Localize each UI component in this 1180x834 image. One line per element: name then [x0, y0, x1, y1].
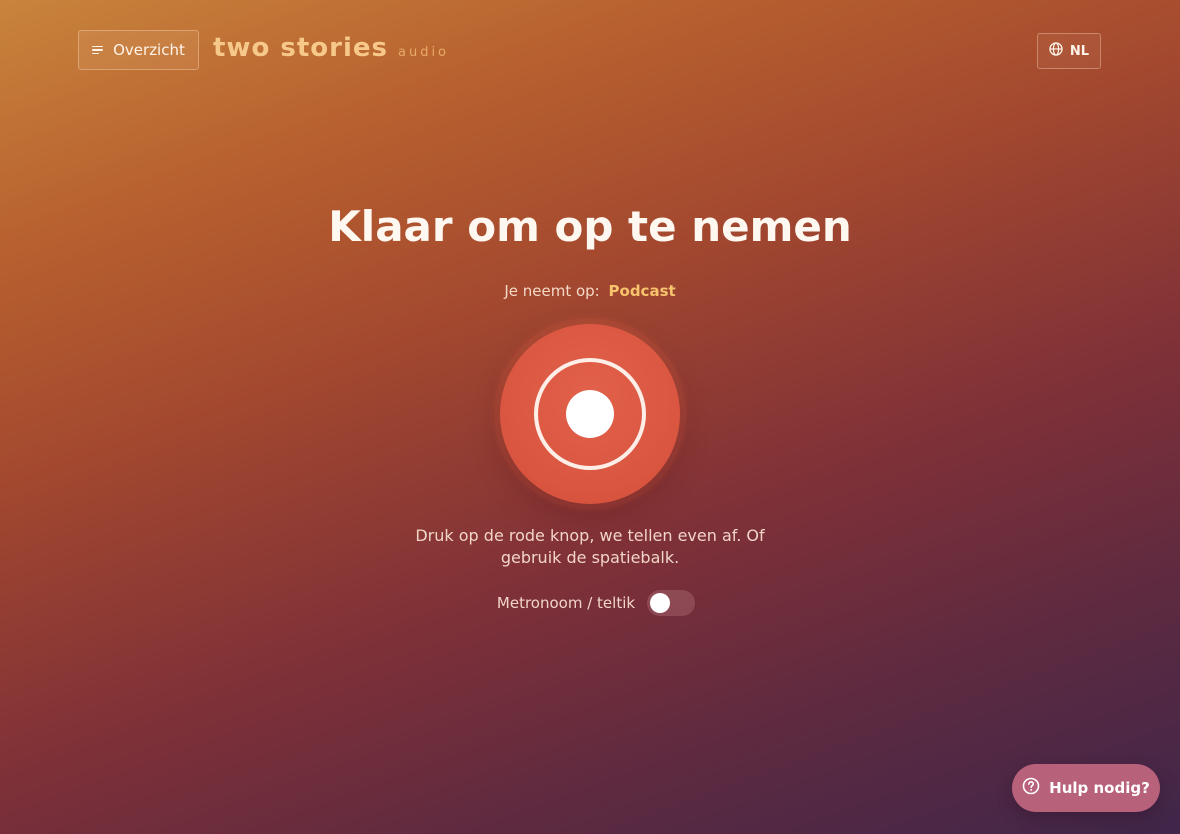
- recording-type: Podcast: [608, 282, 676, 300]
- page-title: Klaar om op te nemen: [328, 202, 852, 251]
- overview-button-label: Overzicht: [113, 41, 185, 59]
- recording-type-line: Je neemt op: Podcast: [0, 282, 1180, 300]
- record-instruction: Druk op de rode knop, we tellen even af.…: [415, 526, 765, 567]
- help-button-label: Hulp nodig?: [1049, 779, 1150, 797]
- record-dot-icon: [566, 390, 614, 438]
- language-label: NL: [1069, 43, 1090, 59]
- logo-subtitle: audio: [397, 45, 450, 60]
- metronome-toggle[interactable]: [647, 590, 696, 616]
- metronome-toggle-knob: [650, 593, 671, 613]
- globe-icon: [1049, 42, 1063, 60]
- logo: two stories audio: [213, 33, 449, 63]
- logo-wordmark: two stories: [213, 33, 388, 63]
- help-button[interactable]: Hulp nodig?: [1012, 764, 1160, 812]
- metronome-label: Metronoom / teltik: [496, 594, 636, 612]
- language-button[interactable]: NL: [1037, 33, 1101, 69]
- question-circle-icon: [1022, 777, 1040, 799]
- overview-button[interactable]: Overzicht: [78, 30, 199, 70]
- record-button[interactable]: [500, 324, 680, 504]
- menu-icon: [92, 45, 104, 55]
- recording-label: Je neemt op:: [504, 282, 600, 300]
- metronome-row: Metronoom / teltik: [0, 590, 1180, 616]
